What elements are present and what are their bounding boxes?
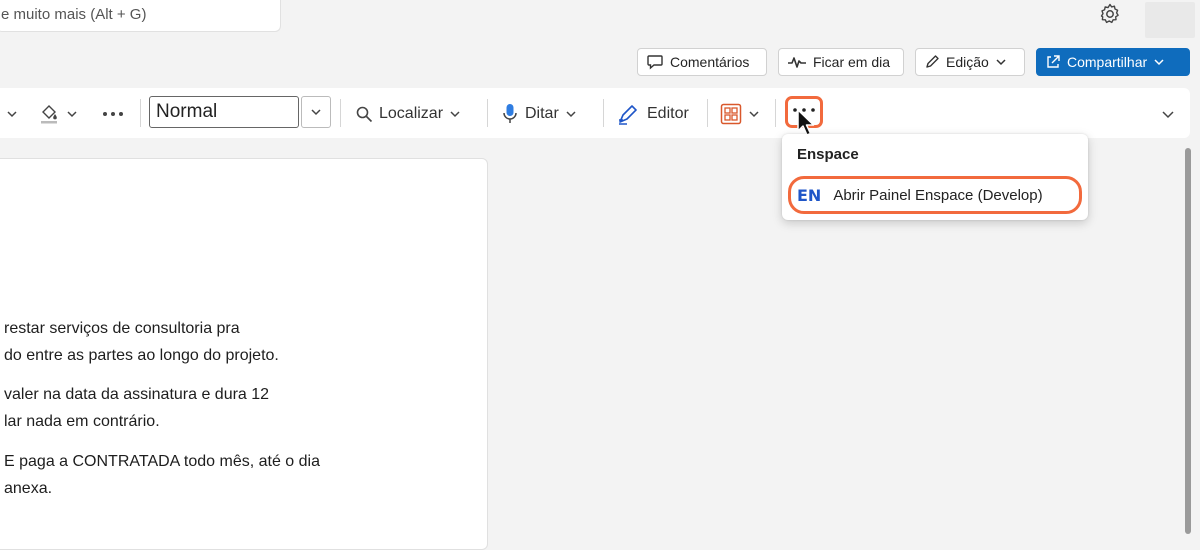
chevron-down-icon: [450, 111, 460, 118]
ribbon-divider: [775, 99, 776, 127]
style-value: Normal: [156, 101, 218, 122]
style-dropdown-button[interactable]: [301, 96, 331, 128]
gear-icon[interactable]: [1098, 2, 1122, 26]
comments-button[interactable]: Comentários: [637, 48, 767, 76]
ribbon-expand-button[interactable]: [1161, 101, 1175, 127]
chevron-down-icon: [566, 111, 576, 118]
menu-item-label: Abrir Painel Enspace (Develop): [833, 186, 1043, 204]
ribbon-previous-dropdown[interactable]: [6, 101, 18, 127]
search-text: e muito mais (Alt + G): [1, 6, 147, 23]
dictate-button[interactable]: Ditar: [501, 101, 577, 127]
ribbon-overflow-button[interactable]: [102, 101, 124, 127]
editing-label: Edição: [946, 54, 989, 70]
catchup-button[interactable]: Ficar em dia: [778, 48, 904, 76]
pulse-icon: [788, 57, 806, 68]
chevron-down-icon: [311, 109, 321, 116]
document-line: lar nada em contrário.: [4, 413, 160, 430]
style-select[interactable]: Normal: [149, 96, 299, 128]
find-button[interactable]: Localizar: [355, 101, 461, 127]
editor-pen-icon: [619, 105, 637, 125]
chevron-down-icon: [7, 111, 17, 118]
paint-bucket-icon: [41, 105, 57, 124]
open-enspace-panel-item[interactable]: EN Abrir Painel Enspace (Develop): [788, 176, 1082, 214]
share-icon: [1047, 55, 1060, 68]
enspace-logo-icon: EN: [797, 185, 822, 205]
avatar[interactable]: [1145, 2, 1195, 38]
shading-button[interactable]: [38, 101, 78, 127]
catchup-label: Ficar em dia: [813, 54, 891, 70]
comment-icon: [647, 55, 663, 70]
editor-label: Editor: [647, 105, 689, 122]
chevron-down-icon: [996, 59, 1006, 66]
search-icon: [356, 106, 373, 123]
pencil-icon: [926, 55, 939, 68]
ribbon-divider: [340, 99, 341, 127]
editing-mode-button[interactable]: Edição: [915, 48, 1025, 76]
editor-button[interactable]: Editor: [617, 101, 689, 127]
find-label: Localizar: [379, 105, 444, 122]
share-button[interactable]: Compartilhar: [1036, 48, 1190, 76]
document-line: E paga a CONTRATADA todo mês, até o dia: [4, 453, 320, 470]
ribbon-divider: [707, 99, 708, 127]
dictate-label: Ditar: [525, 105, 559, 122]
document-line: valer na data da assinatura e dura 12: [4, 386, 270, 403]
menu-section-header: Enspace: [797, 146, 859, 163]
chevron-down-icon: [749, 111, 759, 118]
comments-label: Comentários: [670, 54, 750, 70]
mouse-cursor-icon: [797, 109, 815, 136]
search-input[interactable]: e muito mais (Alt + G): [0, 0, 281, 32]
ribbon-divider: [140, 99, 141, 127]
chevron-down-icon: [67, 111, 77, 118]
scrollbar-thumb[interactable]: [1185, 148, 1191, 534]
ellipsis-icon: [103, 112, 123, 116]
microphone-icon: [503, 104, 517, 123]
ribbon-divider: [603, 99, 604, 127]
document-line: restar serviços de consultoria pra: [4, 320, 240, 337]
document-line: anexa.: [4, 480, 53, 497]
add-ins-button[interactable]: [720, 101, 760, 127]
document-line: do entre as partes ao longo do projeto.: [4, 347, 279, 364]
share-label: Compartilhar: [1067, 54, 1148, 70]
chevron-down-icon: [1154, 59, 1164, 66]
chevron-down-icon: [1162, 111, 1174, 119]
ribbon-divider: [487, 99, 488, 127]
grid-apps-icon: [720, 103, 742, 125]
